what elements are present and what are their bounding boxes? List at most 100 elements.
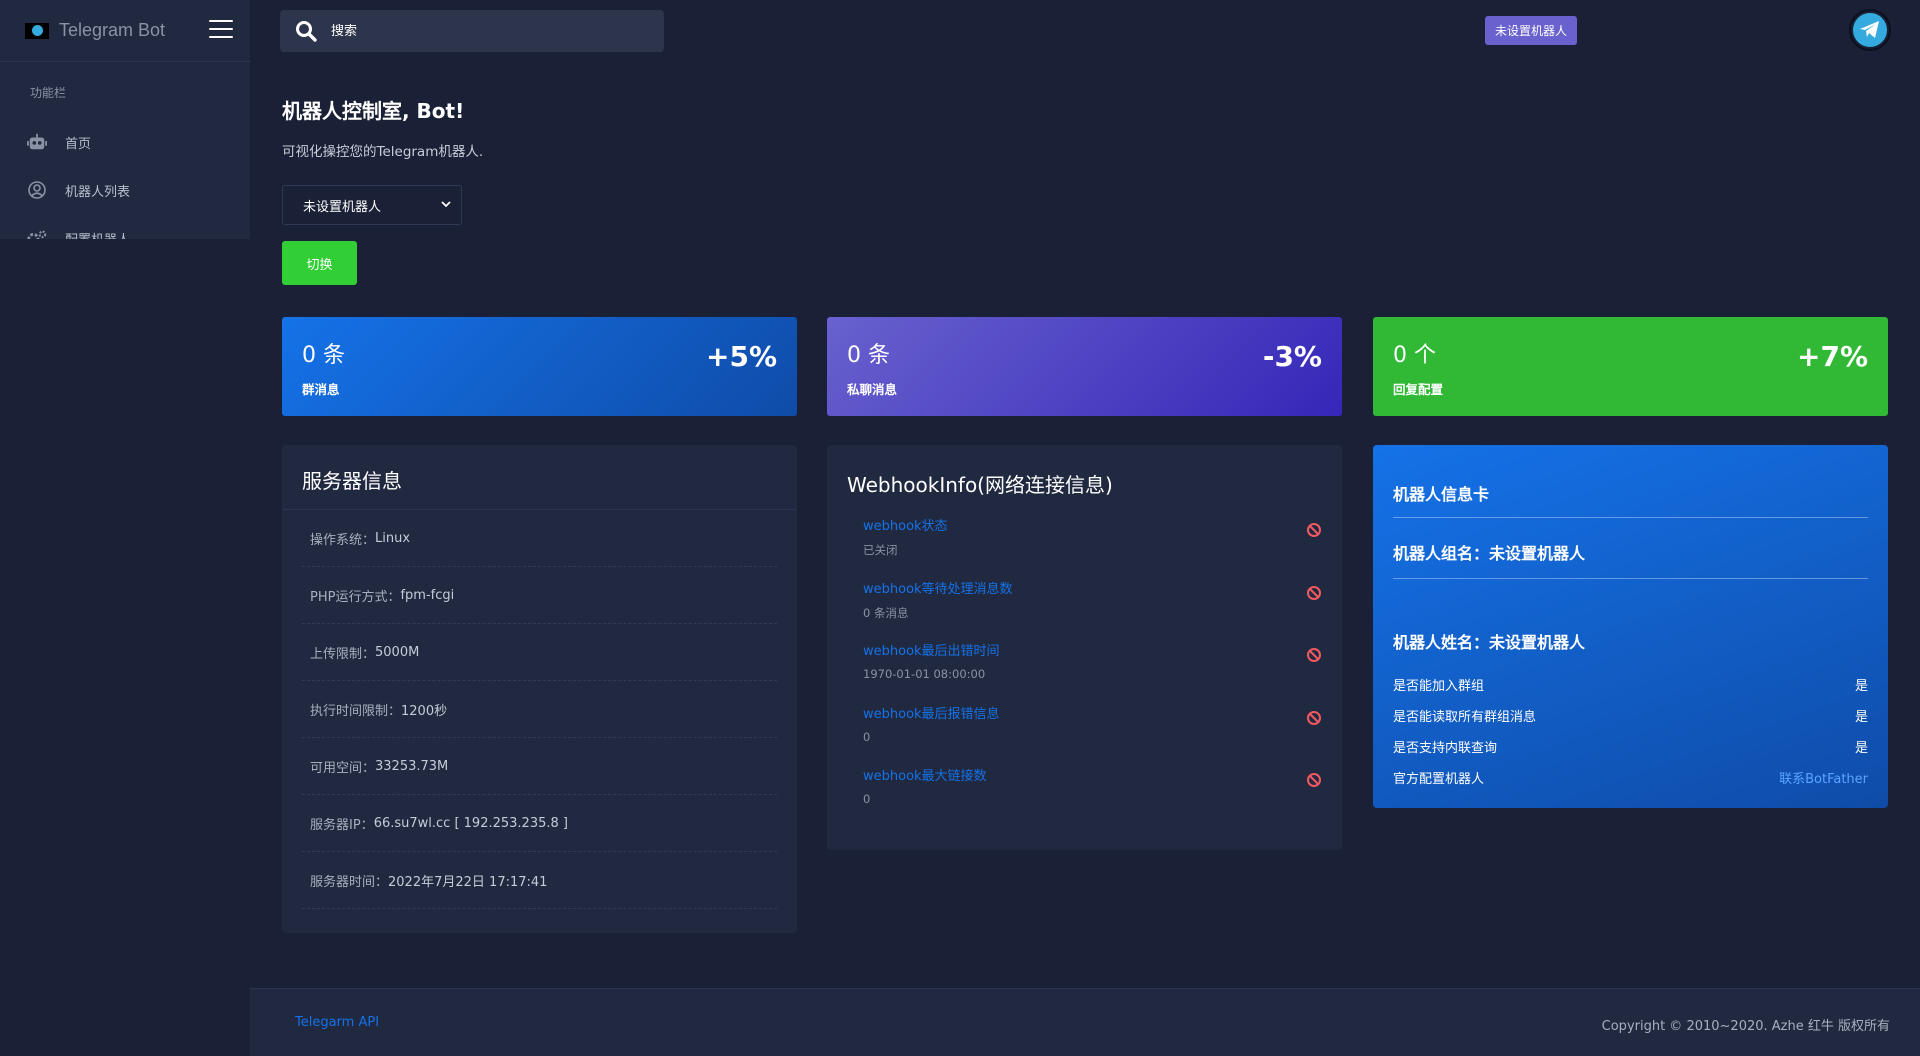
search-box [280,10,664,52]
list-item: webhook最大链接数 0 [827,757,1342,820]
stat-card-private-messages: 0 条 私聊消息 -3% [827,317,1342,416]
sidebar-item-configure[interactable]: 配置机器人 [0,214,250,239]
robot-icon [27,132,47,152]
info-value: 是 [1854,710,1868,725]
card-title: 服务器信息 [282,445,797,510]
stat-label: 回复配置 [1393,382,1444,397]
stat-label: 私聊消息 [847,382,898,397]
bot-group-name: 机器人组名：未设置机器人 [1393,518,1868,579]
webhook-key[interactable]: webhook状态 [863,507,1342,534]
info-key: 是否能加入群组 [1393,679,1485,694]
webhook-value: 0 [863,729,871,744]
list-item: 服务器IP： 66.su7wl.cc [ 192.253.235.8 ] [302,795,777,852]
sidebar-item-bot-list[interactable]: 机器人列表 [0,166,250,214]
bot-select-value: 未设置机器人 [303,199,382,215]
list-item: webhook状态 已关闭 [827,507,1342,570]
brand[interactable]: Telegram Bot [0,0,250,62]
copyright: Copyright © 2010~2020. Azhe 红牛 版权所有 [1601,1019,1890,1034]
info-value: 2022年7月22日 17:17:41 [388,874,548,890]
webhook-key[interactable]: webhook等待处理消息数 [863,570,1342,597]
list-item: webhook等待处理消息数 0 条消息 [827,570,1342,633]
webhook-key[interactable]: webhook最后出错时间 [863,632,1342,659]
botfather-link[interactable]: 联系BotFather [1779,768,1868,787]
info-value: Linux [375,530,411,546]
info-key: 操作系统： [310,532,376,548]
stat-percent: +5% [706,340,777,373]
webhook-info-card: WebhookInfo(网络连接信息) webhook状态 已关闭 webhoo… [827,445,1342,850]
webhook-value: 0 [863,792,871,806]
chevron-down-icon [441,201,451,208]
list-item: PHP运行方式： fpm-fcgi [302,567,777,624]
brand-name: Telegram Bot [59,20,166,40]
info-value: 是 [1854,741,1868,756]
info-key: 执行时间限制： [310,703,402,719]
menu-toggle-icon[interactable] [209,20,233,40]
info-value: 66.su7wl.cc [ 192.253.235.8 ] [373,815,568,831]
stat-card-group-messages: 0 条 群消息 +5% [282,317,797,416]
telegram-plane-icon [1860,21,1879,38]
info-value: fpm-fcgi [400,587,455,603]
info-key: 服务器时间： [310,874,389,890]
bot-info-card: 机器人信息卡 机器人组名：未设置机器人 机器人姓名：未设置机器人 是否能加入群组… [1373,445,1888,808]
list-item: 是否能加入群组 是 [1393,675,1868,694]
gears-icon [27,228,47,239]
search-input[interactable] [331,23,631,39]
search-icon[interactable] [295,20,317,42]
switch-button[interactable]: 切换 [282,241,357,285]
info-key: 是否支持内联查询 [1393,741,1498,756]
list-item: 服务器时间： 2022年7月22日 17:17:41 [302,852,777,909]
topbar: 未设置机器人 [250,0,1920,62]
info-key: 是否能读取所有群组消息 [1393,710,1537,725]
webhook-value: 0 条消息 [863,605,909,620]
sidebar-section-label: 功能栏 [30,86,67,100]
sidebar-item-label: 配置机器人 [65,229,130,240]
stat-card-reply-configs: 0 个 回复配置 +7% [1373,317,1888,416]
page-subtitle: 可视化操控您的Telegram机器人. [282,144,484,160]
sidebar-item-label: 机器人列表 [65,184,131,200]
ban-icon [1307,648,1321,662]
server-info-list: 操作系统： Linux PHP运行方式： fpm-fcgi 上传限制： 5000M 执… [282,510,797,909]
stat-value: 0 条 [847,343,890,368]
list-item: webhook最后出错时间 1970-01-01 08:00:00 [827,632,1342,695]
stat-label: 群消息 [302,382,340,397]
list-item: 操作系统： Linux [302,510,777,567]
info-key: 上传限制： [310,646,376,662]
sidebar: Telegram Bot 功能栏 首页 机器人列表 配置机器人 [0,0,250,1056]
info-value: 5000M [375,644,420,660]
webhook-key[interactable]: webhook最大链接数 [863,757,1342,784]
sidebar-panel: Telegram Bot 功能栏 首页 机器人列表 配置机器人 [0,0,250,239]
ban-icon [1307,710,1321,725]
telegram-avatar[interactable] [1851,11,1889,49]
ban-icon [1307,585,1321,600]
info-key: 服务器IP： [310,817,374,833]
footer: Telegarm API Copyright © 2010~2020. Azhe… [250,988,1920,1056]
info-value: 1200秒 [401,703,448,719]
server-info-card: 服务器信息 操作系统： Linux PHP运行方式： fpm-fcgi 上传限制： 5… [282,445,797,933]
telegram-api-link[interactable]: Telegarm API [295,1015,379,1030]
list-item: 是否能读取所有群组消息 是 [1393,706,1868,725]
card-title: WebhookInfo(网络连接信息) [847,473,1113,497]
list-item: 执行时间限制： 1200秒 [302,681,777,738]
info-key: 官方配置机器人 [1393,772,1485,787]
telegram-logo-icon [25,22,49,39]
webhook-key[interactable]: webhook最后报错信息 [863,695,1342,722]
webhook-value: 已关闭 [863,543,898,557]
user-circle-icon [27,180,47,200]
card-title: 机器人信息卡 [1393,465,1868,518]
webhook-value: 1970-01-01 08:00:00 [863,667,986,681]
stat-percent: -3% [1262,340,1322,373]
sidebar-item-label: 首页 [65,136,92,152]
info-value: 是 [1854,679,1868,694]
ban-icon [1307,523,1321,537]
info-key: 可用空间： [310,760,376,776]
bot-select[interactable]: 未设置机器人 [282,185,462,225]
stat-percent: +7% [1797,340,1868,373]
page-title: 机器人控制室, Bot! [282,99,465,123]
list-item: 是否支持内联查询 是 [1393,737,1868,756]
list-item: 官方配置机器人 联系BotFather [1393,768,1868,787]
sidebar-item-home[interactable]: 首页 [0,118,250,166]
list-item: 上传限制： 5000M [302,624,777,681]
info-key: PHP运行方式： [310,589,401,605]
info-value: 33253.73M [375,758,449,774]
bot-status-badge[interactable]: 未设置机器人 [1485,16,1578,45]
